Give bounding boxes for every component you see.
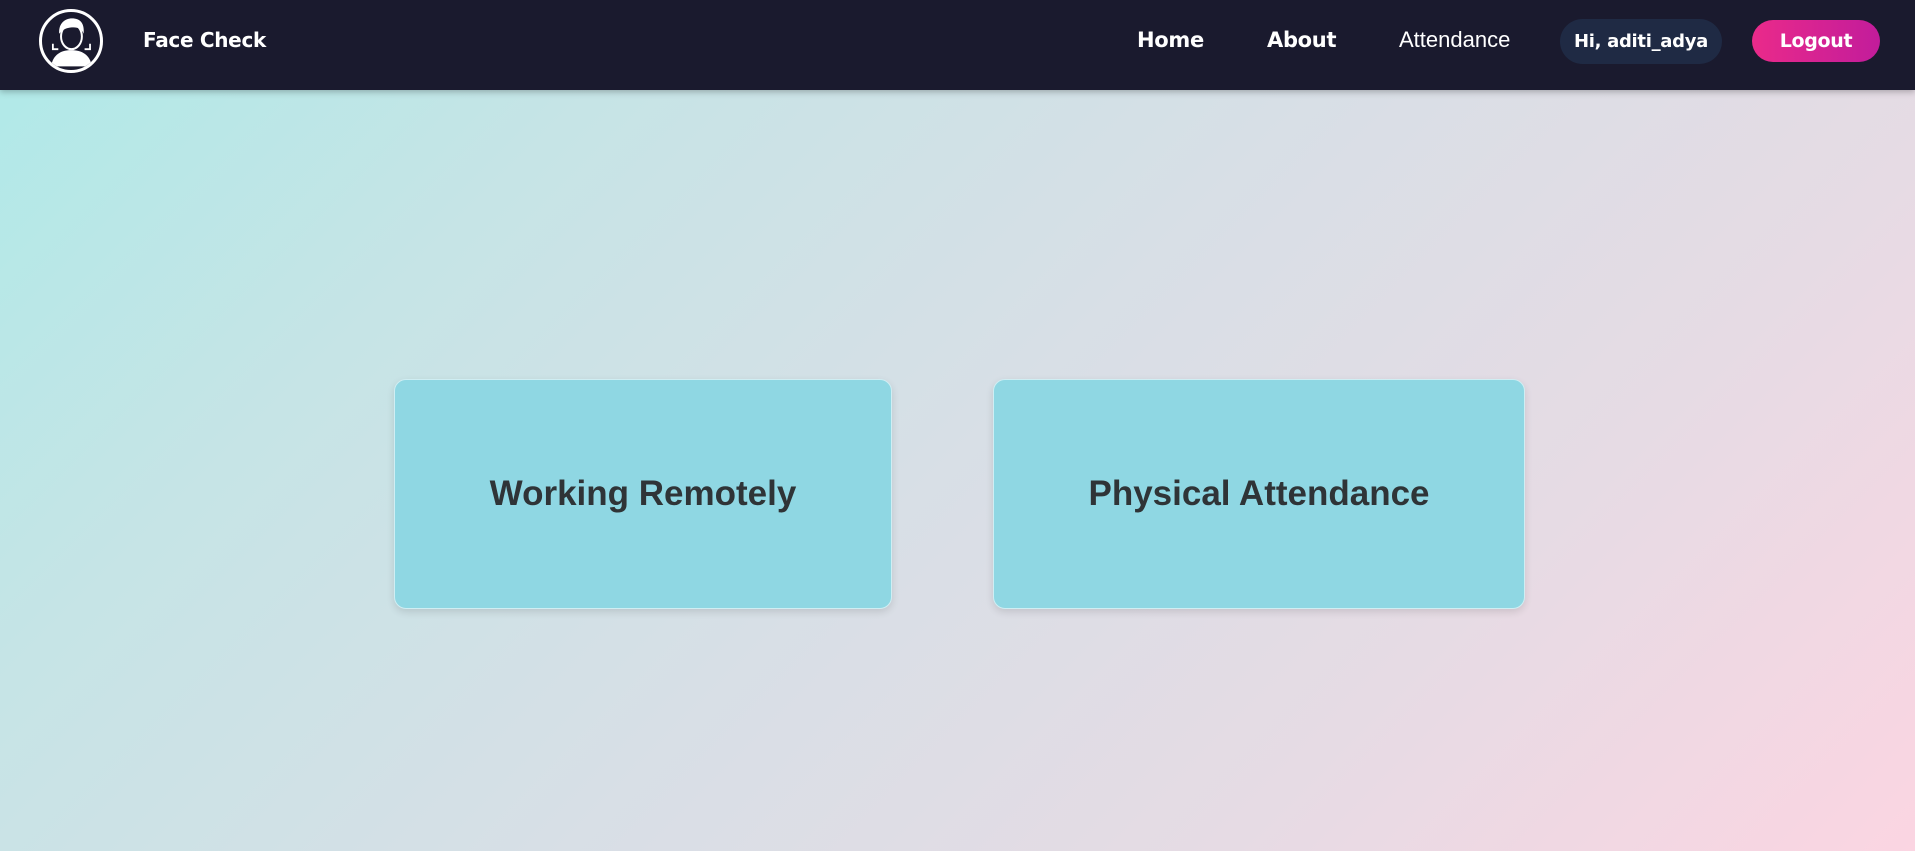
logout-button[interactable]: Logout [1752,20,1880,62]
brand-title[interactable]: Face Check [143,28,266,52]
physical-attendance-label: Physical Attendance [1088,474,1430,513]
working-remotely-card[interactable]: Working Remotely [394,379,892,609]
face-scan-icon[interactable] [39,9,103,73]
nav-home-link[interactable]: Home [1137,28,1204,52]
user-greeting-badge: Hi, aditi_adya [1560,19,1722,64]
nav-about-link[interactable]: About [1267,28,1337,52]
navbar: Face Check Home About Attendance Hi, adi… [0,0,1915,90]
working-remotely-label: Working Remotely [489,474,797,513]
physical-attendance-card[interactable]: Physical Attendance [993,379,1525,609]
nav-attendance-link[interactable]: Attendance [1399,27,1510,53]
